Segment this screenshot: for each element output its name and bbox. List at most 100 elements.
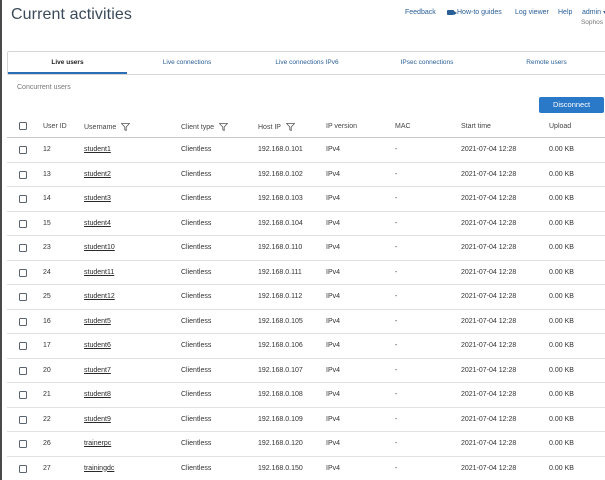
row-checkbox[interactable] bbox=[19, 146, 27, 154]
col-header-ip-version[interactable]: IP version bbox=[326, 123, 357, 130]
row-checkbox[interactable] bbox=[19, 317, 27, 326]
cell-user-id: 26 bbox=[43, 440, 51, 447]
cell-start-time: 2021-07-04 12:28 bbox=[461, 366, 517, 374]
table-row[interactable]: 20 student7 Clientless 192.168.0.107 IPv4 - 20… bbox=[7, 359, 605, 383]
cell-user-id: 17 bbox=[43, 342, 51, 349]
filter-icon[interactable] bbox=[219, 123, 229, 131]
table-row[interactable]: 15 student4 Clientless 192.168.0.104 IPv4 - 20… bbox=[7, 212, 605, 236]
cell-upload: 0.00 KB bbox=[549, 391, 574, 398]
row-checkbox[interactable] bbox=[19, 244, 27, 252]
cell-username[interactable]: student2 bbox=[84, 163, 111, 187]
table-row[interactable]: 25 student12 Clientless 192.168.0.112 IPv4 - 2… bbox=[7, 285, 605, 310]
cell-host-ip: 192.168.0.104 bbox=[258, 219, 303, 227]
cell-host-ip: 192.168.0.108 bbox=[258, 391, 303, 398]
disconnect-button[interactable]: Disconnect bbox=[539, 97, 604, 113]
log-viewer-link[interactable]: Log viewer bbox=[515, 9, 549, 16]
col-label: Upload bbox=[549, 123, 572, 130]
cell-host-ip: 192.168.0.111 bbox=[258, 268, 302, 276]
row-checkbox[interactable] bbox=[19, 342, 27, 350]
row-checkbox[interactable] bbox=[19, 415, 27, 424]
cell-user-id: 22 bbox=[43, 415, 51, 423]
cell-mac: - bbox=[395, 195, 398, 202]
tab-remote-users[interactable]: Remote users bbox=[487, 52, 605, 74]
col-header-start-time[interactable]: Start time bbox=[461, 123, 491, 130]
table-row[interactable]: 22 student9 Clientless 192.168.0.109 IPv4 - 20… bbox=[7, 408, 605, 432]
col-header-user-id[interactable]: User ID bbox=[43, 123, 67, 130]
row-checkbox[interactable] bbox=[19, 464, 27, 473]
help-link[interactable]: Help bbox=[558, 9, 572, 16]
cell-username[interactable]: trainerpc bbox=[84, 432, 111, 456]
cell-username[interactable]: student10 bbox=[84, 236, 115, 260]
col-label: Start time bbox=[461, 123, 491, 130]
cell-start-time: 2021-07-04 12:28 bbox=[461, 195, 517, 202]
col-header-host-ip[interactable]: Host IP bbox=[258, 123, 295, 131]
cell-mac: - bbox=[395, 415, 398, 423]
filter-icon[interactable] bbox=[285, 123, 295, 131]
tab-ipsec-connections[interactable]: IPsec connections bbox=[367, 52, 487, 74]
cell-username[interactable]: student4 bbox=[84, 212, 111, 236]
cell-username[interactable]: student3 bbox=[84, 187, 111, 211]
row-checkbox[interactable] bbox=[19, 366, 27, 375]
top-links: Feedback How-to guides Log viewer Help a… bbox=[405, 9, 605, 21]
table-row[interactable]: 17 student6 Clientless 192.168.0.106 IPv4 - 20… bbox=[7, 334, 605, 359]
table-row[interactable]: 21 student8 Clientless 192.168.0.108 IPv4 - 20… bbox=[7, 383, 605, 408]
cell-upload: 0.00 KB bbox=[549, 268, 574, 276]
row-checkbox[interactable] bbox=[19, 219, 27, 228]
col-header-upload[interactable]: Upload bbox=[549, 123, 571, 130]
cell-username[interactable]: trainingdc bbox=[84, 457, 114, 480]
feedback-link[interactable]: Feedback bbox=[405, 9, 436, 16]
table-row[interactable]: 23 student10 Clientless 192.168.0.110 IPv4 - 2… bbox=[7, 236, 605, 261]
tab-live-connections[interactable]: Live connections bbox=[127, 52, 247, 74]
cell-username[interactable]: student7 bbox=[84, 359, 111, 383]
table-row[interactable]: 24 student11 Clientless 192.168.0.111 IPv4 - 2… bbox=[7, 261, 605, 285]
table-row[interactable]: 26 trainerpc Clientless 192.168.0.120 IPv4 - 2… bbox=[7, 432, 605, 457]
row-checkbox[interactable] bbox=[19, 268, 27, 277]
tab-live-users[interactable]: Live users bbox=[8, 52, 127, 74]
col-label: Host IP bbox=[258, 123, 281, 131]
cell-upload: 0.00 KB bbox=[549, 415, 574, 423]
cell-ip-version: IPv4 bbox=[326, 244, 341, 251]
cell-host-ip: 192.168.0.110 bbox=[258, 244, 303, 251]
tab-bar: Live users Live connections Live connect… bbox=[7, 51, 605, 75]
col-label: Username bbox=[84, 123, 117, 131]
table-row[interactable]: 16 student5 Clientless 192.168.0.105 IPv4 - 20… bbox=[7, 310, 605, 334]
cell-upload: 0.00 KB bbox=[549, 366, 574, 374]
cell-username[interactable]: student6 bbox=[84, 334, 111, 358]
cell-client-type: Clientless bbox=[181, 170, 212, 178]
cell-upload: 0.00 KB bbox=[549, 293, 574, 300]
cell-username[interactable]: student1 bbox=[84, 138, 111, 162]
cell-username[interactable]: student8 bbox=[84, 383, 111, 407]
howto-guides-link[interactable]: How-to guides bbox=[447, 9, 502, 16]
cell-username[interactable]: student9 bbox=[84, 408, 111, 432]
row-checkbox[interactable] bbox=[19, 293, 27, 301]
cell-mac: - bbox=[395, 170, 398, 178]
cell-ip-version: IPv4 bbox=[326, 415, 341, 423]
table-row[interactable]: 13 student2 Clientless 192.168.0.102 IPv4 - 20… bbox=[7, 163, 605, 187]
row-checkbox[interactable] bbox=[19, 170, 27, 179]
filter-icon[interactable] bbox=[121, 123, 131, 131]
cell-client-type: Clientless bbox=[181, 391, 212, 398]
col-header-mac[interactable]: MAC bbox=[395, 123, 411, 130]
cell-ip-version: IPv4 bbox=[326, 219, 341, 227]
table-row[interactable]: 14 student3 Clientless 192.168.0.103 IPv4 - 20… bbox=[7, 187, 605, 212]
cell-user-id: 23 bbox=[43, 244, 51, 251]
cell-start-time: 2021-07-04 12:28 bbox=[461, 146, 517, 153]
table-row[interactable]: 27 trainingdc Clientless 192.168.0.150 IPv4 -… bbox=[7, 457, 605, 480]
cell-username[interactable]: student12 bbox=[84, 285, 115, 309]
row-checkbox[interactable] bbox=[19, 440, 27, 448]
cell-username[interactable]: student11 bbox=[84, 261, 114, 285]
cell-upload: 0.00 KB bbox=[549, 342, 574, 349]
row-checkbox[interactable] bbox=[19, 195, 27, 203]
cell-user-id: 27 bbox=[43, 464, 51, 472]
col-header-username[interactable]: Username bbox=[84, 123, 131, 131]
col-header-client-type[interactable]: Client type bbox=[181, 123, 229, 131]
select-all-checkbox[interactable] bbox=[19, 122, 27, 130]
admin-menu[interactable]: admin bbox=[582, 9, 605, 16]
row-checkbox[interactable] bbox=[19, 391, 27, 399]
cell-username[interactable]: student5 bbox=[84, 310, 111, 334]
howto-guides-label: How-to guides bbox=[457, 9, 502, 16]
tab-live-connections-ipv6[interactable]: Live connections IPv6 bbox=[247, 52, 367, 74]
table-row[interactable]: 12 student1 Clientless 192.168.0.101 IPv4 - 20… bbox=[7, 138, 605, 163]
cell-mac: - bbox=[395, 146, 398, 153]
cell-ip-version: IPv4 bbox=[326, 268, 341, 276]
